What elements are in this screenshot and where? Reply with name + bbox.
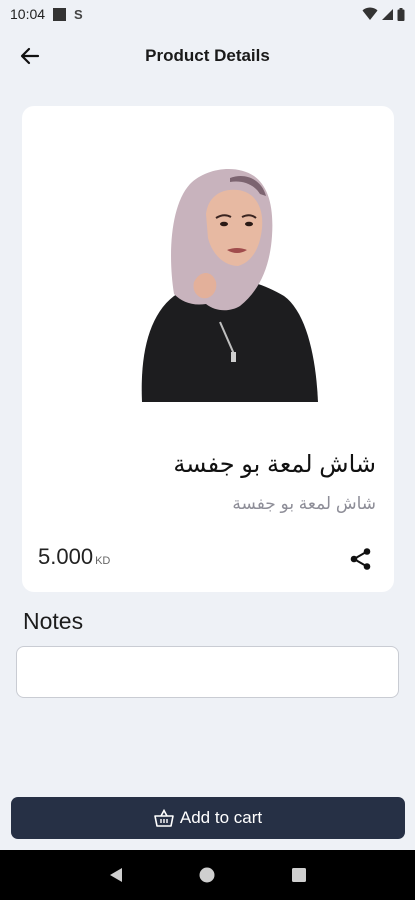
back-button[interactable] — [16, 42, 44, 70]
product-card: شاش لمعة بو جفسة شاش لمعة بو جفسة 5.000 … — [22, 106, 394, 592]
add-to-cart-label: Add to cart — [179, 808, 263, 827]
price-value: 5.000 — [38, 544, 94, 569]
nav-home-icon[interactable] — [198, 866, 216, 884]
notification-icon — [53, 7, 67, 21]
app-bar: Product Details — [0, 28, 415, 84]
share-button[interactable] — [348, 546, 374, 572]
price-currency: KD — [95, 555, 111, 567]
product-image[interactable] — [134, 166, 320, 402]
nav-back-icon[interactable] — [107, 866, 125, 884]
sync-icon: S — [74, 6, 83, 22]
system-nav-bar — [0, 850, 415, 900]
product-name: شاش لمعة بو جفسة — [173, 451, 376, 478]
signal-icon — [382, 8, 393, 20]
status-time: 10:04 — [10, 6, 46, 22]
status-bar: 10:04 S — [0, 0, 415, 28]
add-to-cart-button[interactable]: Add to cart — [11, 797, 405, 839]
arrow-left-icon — [20, 47, 40, 65]
nav-recents-icon[interactable] — [290, 866, 308, 884]
notes-input[interactable] — [16, 646, 399, 698]
share-icon — [350, 548, 371, 570]
wifi-icon — [362, 7, 378, 20]
page-title: Product Details — [145, 46, 270, 65]
notes-label: Notes — [23, 608, 84, 634]
status-icons — [362, 7, 405, 21]
product-price: 5.000 KD — [38, 544, 110, 570]
battery-icon — [397, 7, 405, 21]
basket-icon — [154, 809, 174, 827]
product-subtitle: شاش لمعة بو جفسة — [232, 494, 376, 513]
